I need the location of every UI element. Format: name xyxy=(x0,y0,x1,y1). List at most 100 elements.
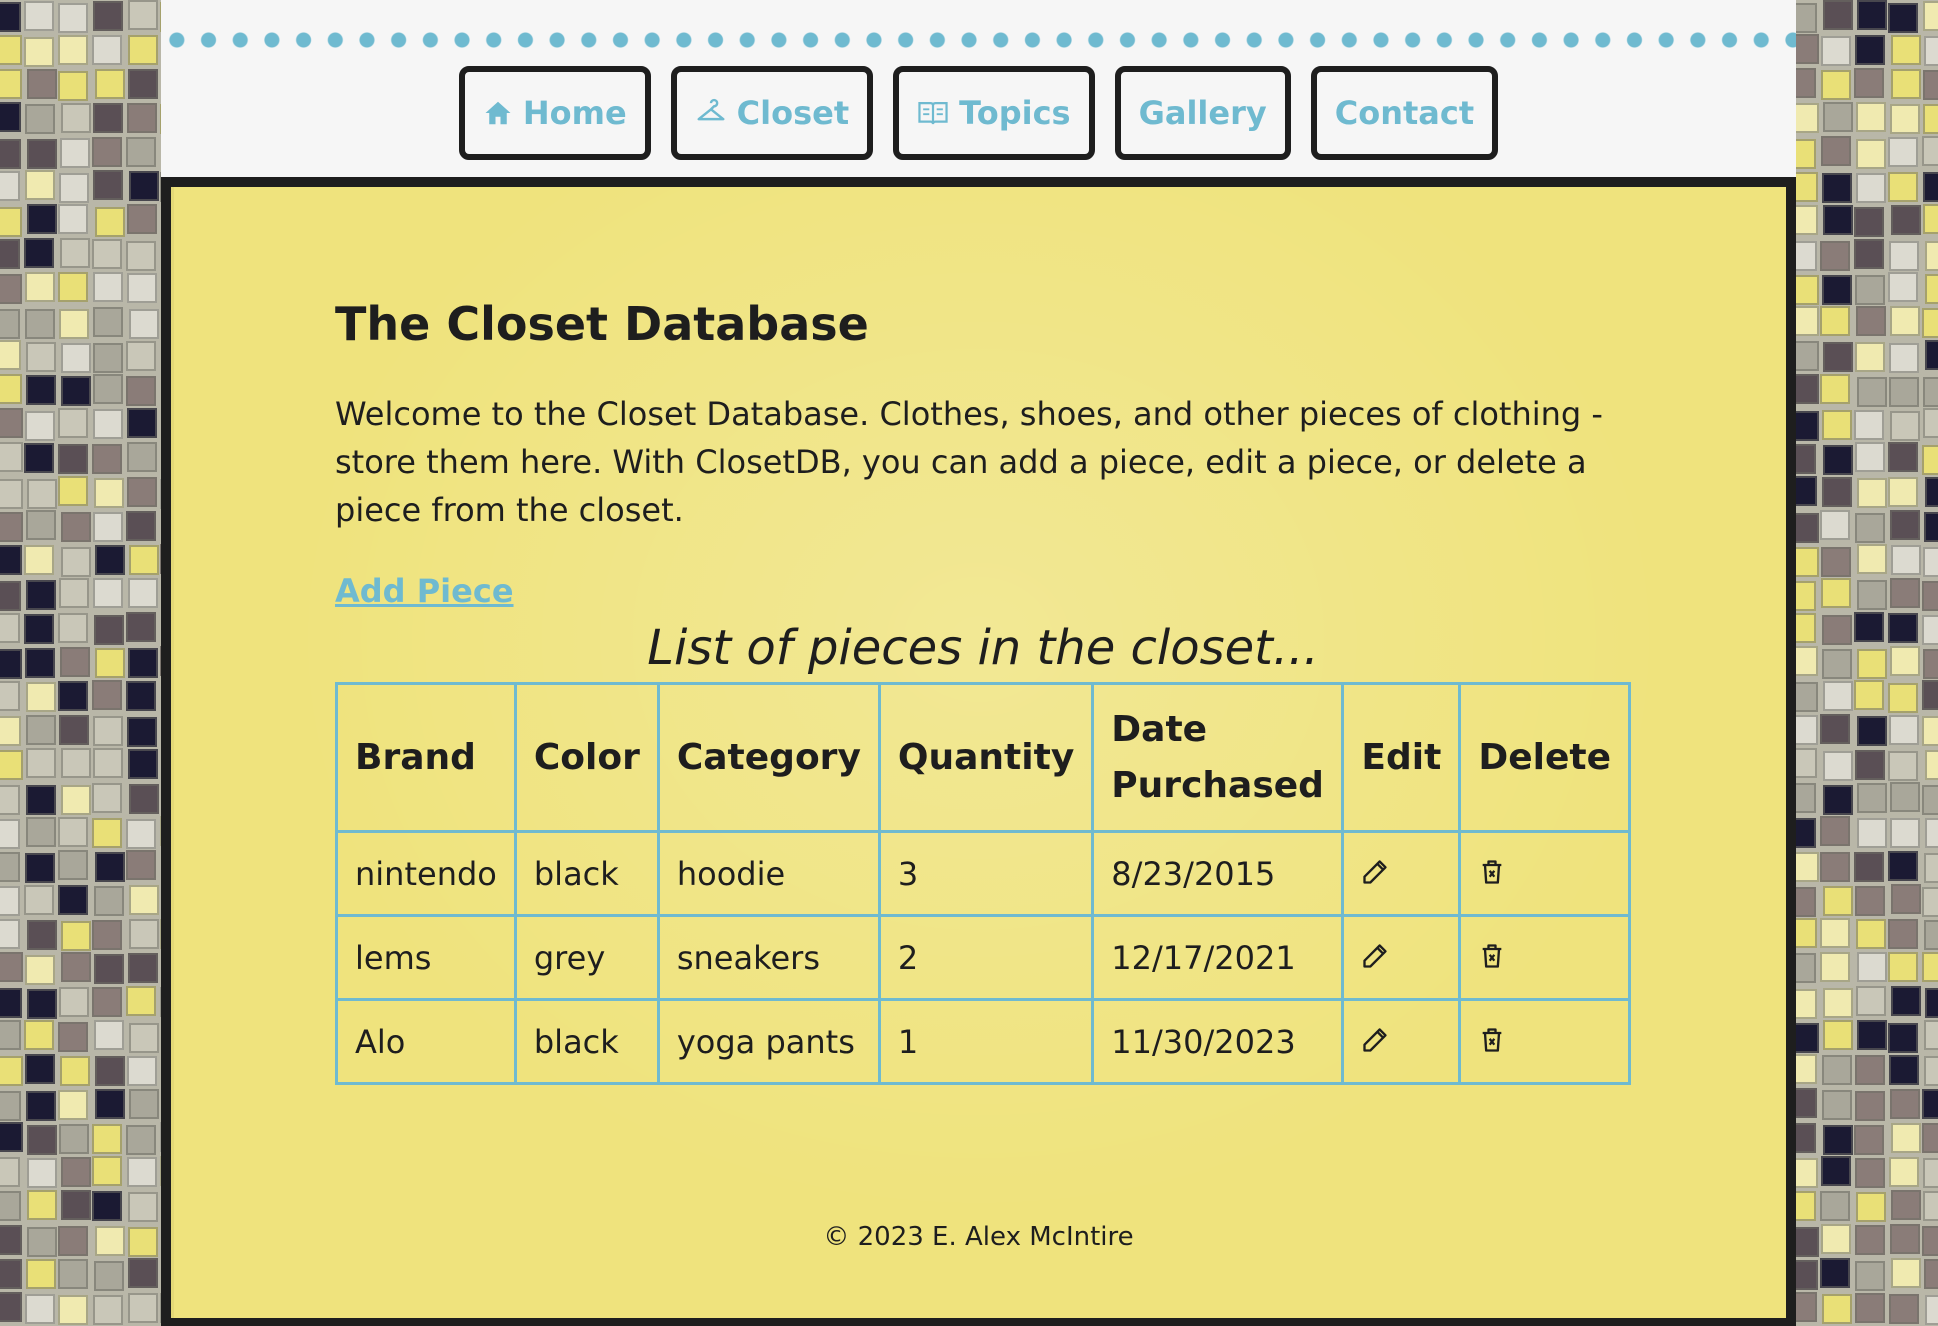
mosaic-tile xyxy=(1890,1224,1920,1254)
mosaic-tile xyxy=(126,137,156,167)
book-icon xyxy=(917,99,949,127)
mosaic-tile xyxy=(1854,239,1884,269)
mosaic-tile xyxy=(1924,920,1938,950)
cell-date: 11/30/2023 xyxy=(1091,998,1345,1086)
mosaic-tile xyxy=(1796,476,1817,506)
mosaic-tile xyxy=(1796,205,1818,235)
mosaic-tile xyxy=(60,1056,90,1086)
pencil-icon[interactable] xyxy=(1361,940,1389,978)
mosaic-tile xyxy=(129,545,159,575)
mosaic-tile xyxy=(1796,715,1818,745)
mosaic-tile xyxy=(1888,751,1918,781)
mosaic-tile xyxy=(1855,886,1885,916)
mosaic-tile xyxy=(0,750,23,780)
mosaic-tile xyxy=(1823,681,1853,711)
trash-icon[interactable] xyxy=(1478,940,1506,978)
mosaic-tile xyxy=(1923,408,1938,438)
mosaic-tile xyxy=(93,307,123,337)
mosaic-tile xyxy=(24,885,54,915)
pencil-icon[interactable] xyxy=(1361,1024,1389,1062)
mosaic-tile xyxy=(1820,241,1850,271)
mosaic-tile xyxy=(94,886,124,916)
mosaic-tile xyxy=(61,376,91,406)
mosaic-tile xyxy=(1922,680,1938,710)
mosaic-tile xyxy=(58,204,88,234)
cell-delete xyxy=(1458,998,1631,1086)
add-piece-link[interactable]: Add Piece xyxy=(335,572,514,610)
mosaic-tile xyxy=(1855,1225,1885,1255)
mosaic-tile xyxy=(1890,1089,1920,1119)
cell-color: grey xyxy=(513,914,660,1002)
mosaic-tile xyxy=(0,1157,20,1187)
mosaic-tile xyxy=(1796,1054,1817,1084)
mosaic-tile xyxy=(24,545,54,575)
mosaic-tile xyxy=(1823,751,1853,781)
mosaic-tile xyxy=(27,69,57,99)
mosaic-tile xyxy=(1889,1157,1919,1187)
mosaic-tile xyxy=(1888,477,1918,507)
cell-brand: nintendo xyxy=(335,830,517,918)
mosaic-tile xyxy=(1922,716,1938,746)
pencil-icon[interactable] xyxy=(1361,856,1389,894)
site-header: Home Closet Topics Gallery Contact xyxy=(161,0,1796,177)
mosaic-tile xyxy=(1855,1055,1885,1085)
nav-home-button[interactable]: Home xyxy=(458,66,651,160)
page-title: The Closet Database xyxy=(335,297,869,351)
mosaic-tile xyxy=(61,512,91,542)
mosaic-tile xyxy=(0,171,20,201)
mosaic-tile xyxy=(61,952,91,982)
mosaic-background-right xyxy=(1796,0,1938,1326)
cell-date: 12/17/2021 xyxy=(1091,914,1345,1002)
mosaic-tile xyxy=(0,309,20,339)
mosaic-tile xyxy=(27,479,57,509)
mosaic-tile xyxy=(1823,988,1853,1018)
mosaic-tile xyxy=(1822,1090,1852,1120)
mosaic-tile xyxy=(58,408,88,438)
mosaic-tile xyxy=(26,682,56,712)
mosaic-tile xyxy=(1890,818,1920,848)
mosaic-tile xyxy=(1821,136,1851,166)
mosaic-tile xyxy=(26,715,56,745)
mosaic-tile xyxy=(58,681,88,711)
mosaic-tile xyxy=(1820,714,1850,744)
mosaic-tile xyxy=(59,309,89,339)
mosaic-tile xyxy=(1796,1158,1818,1188)
mosaic-tile xyxy=(25,1054,55,1084)
mosaic-tile xyxy=(95,1226,125,1256)
mosaic-tile xyxy=(1857,649,1887,679)
mosaic-tile xyxy=(1796,852,1819,882)
mosaic-tile xyxy=(1855,513,1885,543)
nav-gallery-button[interactable]: Gallery xyxy=(1114,66,1291,160)
mosaic-tile xyxy=(0,988,22,1018)
nav-topics-button[interactable]: Topics xyxy=(893,66,1095,160)
mosaic-tile xyxy=(0,479,23,509)
mosaic-tile xyxy=(0,512,23,542)
trash-icon[interactable] xyxy=(1478,856,1506,894)
mosaic-tile xyxy=(24,614,54,644)
mosaic-tile xyxy=(1922,136,1938,166)
mosaic-tile xyxy=(127,442,157,472)
mosaic-tile xyxy=(126,850,156,880)
column-header-color: Color xyxy=(513,682,660,834)
mosaic-tile xyxy=(128,1192,158,1222)
mosaic-tile xyxy=(1924,1020,1938,1050)
mosaic-tile xyxy=(126,341,156,371)
mosaic-tile xyxy=(94,615,124,645)
mosaic-tile xyxy=(128,648,158,678)
mosaic-tile xyxy=(1823,1125,1853,1155)
cell-color: black xyxy=(513,830,660,918)
mosaic-tile xyxy=(25,104,55,134)
mosaic-tile xyxy=(1823,102,1853,132)
trash-icon[interactable] xyxy=(1478,1024,1506,1062)
mosaic-tile xyxy=(126,241,156,271)
mosaic-tile xyxy=(0,952,23,982)
mosaic-tile xyxy=(1890,510,1920,540)
mosaic-tile xyxy=(1796,953,1816,983)
mosaic-tile xyxy=(0,1259,22,1289)
mosaic-tile xyxy=(129,1089,159,1119)
mosaic-tile xyxy=(1820,1191,1850,1221)
nav-closet-button[interactable]: Closet xyxy=(670,66,874,160)
mosaic-tile xyxy=(1856,173,1886,203)
nav-contact-button[interactable]: Contact xyxy=(1310,66,1499,160)
mosaic-tile xyxy=(1796,34,1819,64)
